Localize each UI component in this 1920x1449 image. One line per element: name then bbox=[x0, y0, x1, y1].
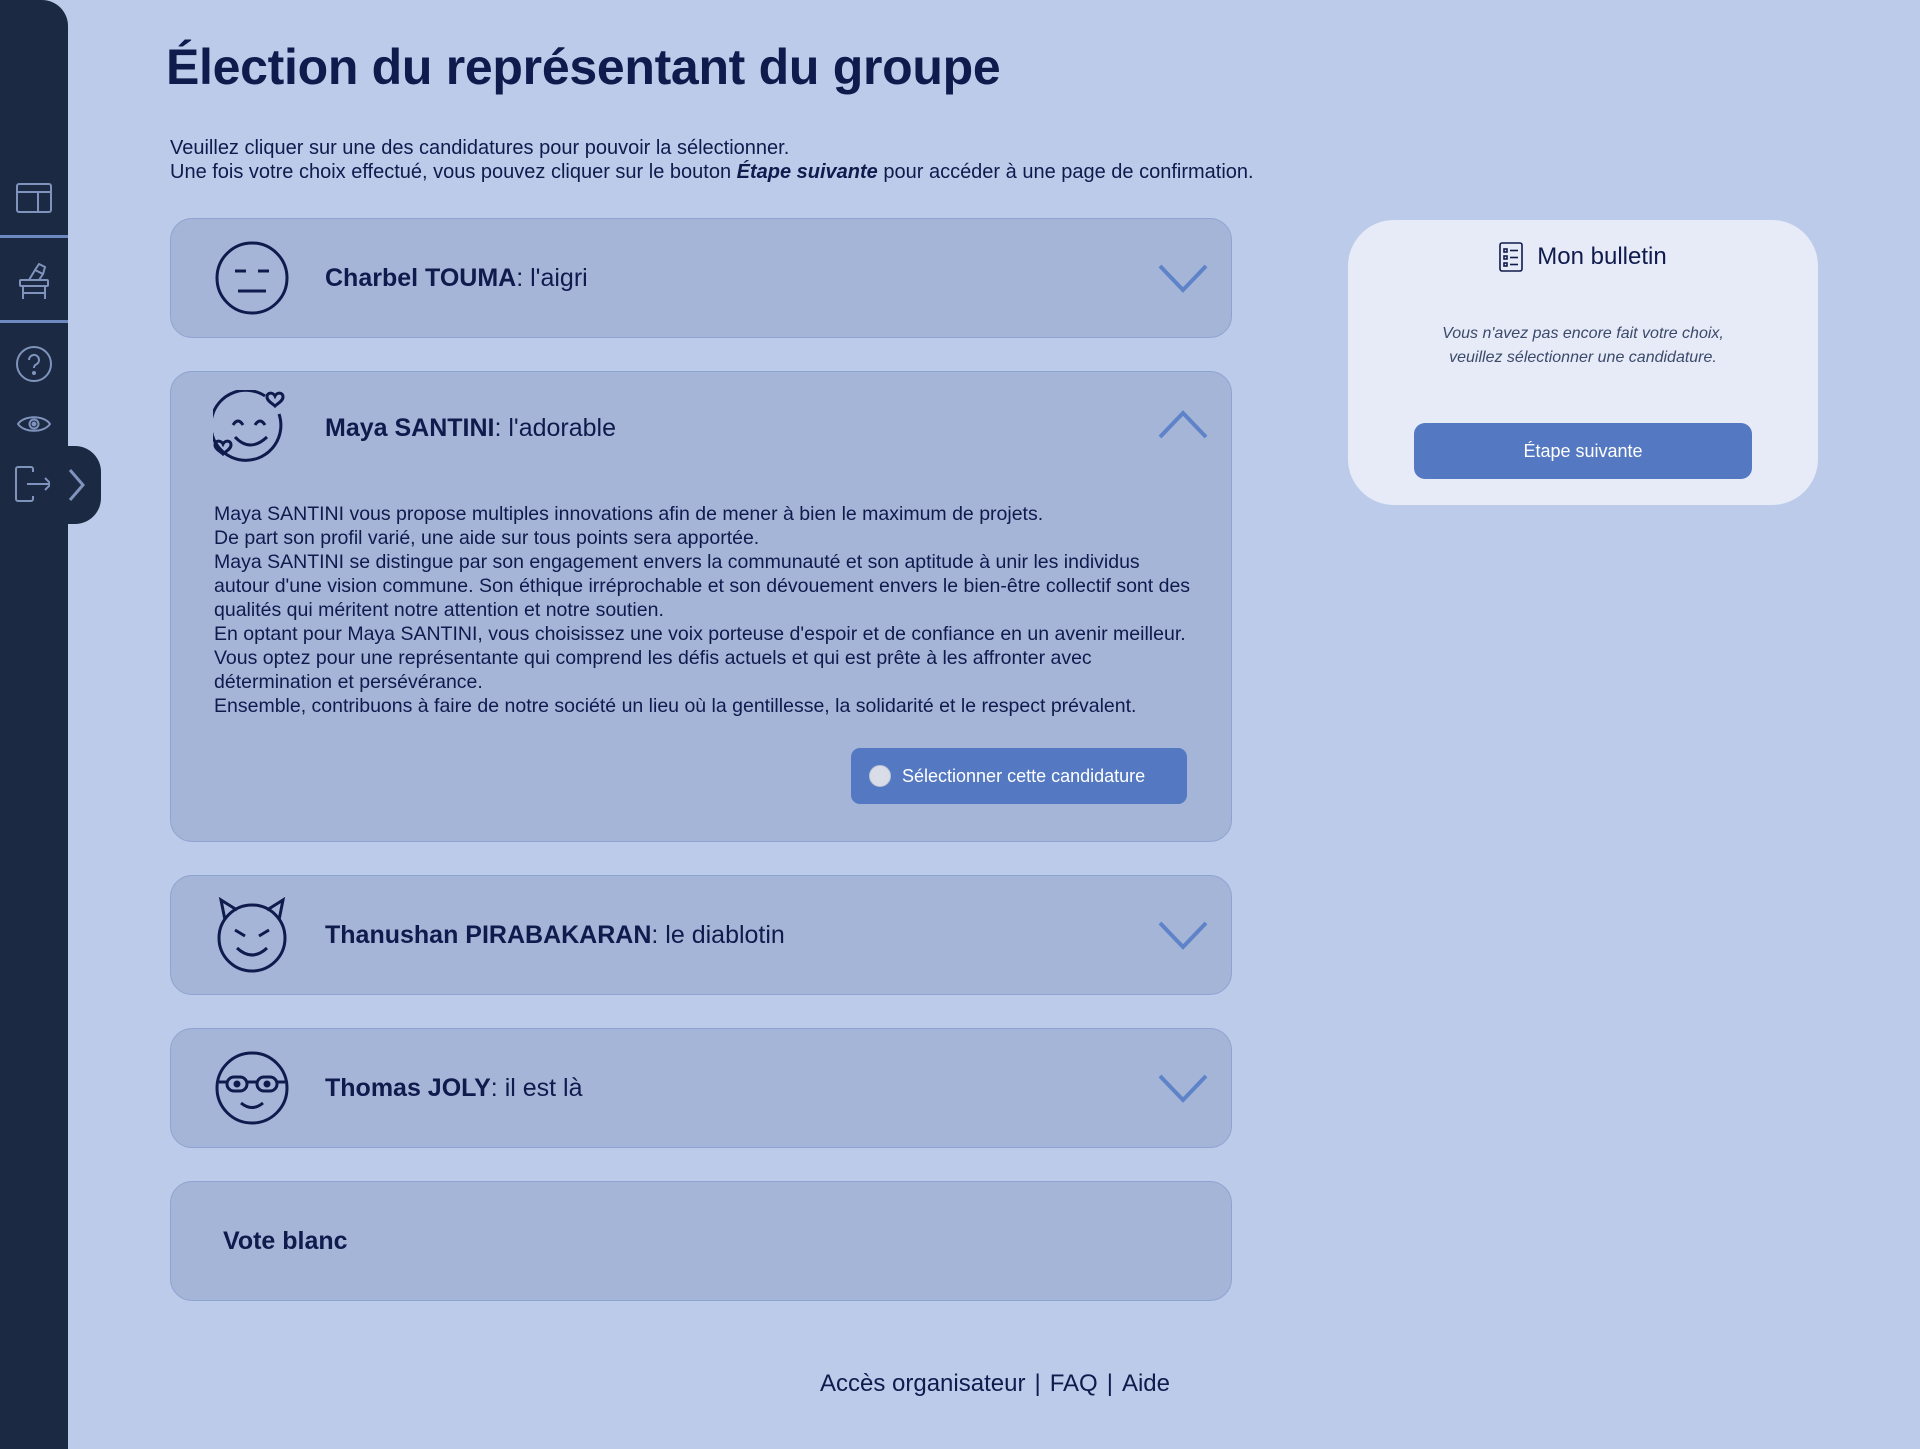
layout-icon[interactable] bbox=[0, 176, 68, 220]
next-step-reference: Étape suivante bbox=[736, 161, 878, 183]
candidate-name: Thomas JOLY : il est là bbox=[325, 1073, 583, 1102]
radio-icon bbox=[869, 765, 891, 787]
blank-vote-card[interactable]: Vote blanc bbox=[170, 1181, 1232, 1301]
candidate-name: Charbel TOUMA : l'aigri bbox=[325, 263, 588, 292]
blank-vote-label: Vote blanc bbox=[223, 1226, 348, 1255]
faq-link[interactable]: FAQ bbox=[1050, 1370, 1098, 1398]
ballot-title: Mon bulletin bbox=[1537, 243, 1667, 270]
candidate-name: Thanushan PIRABAKARAN : le diablotin bbox=[325, 920, 785, 949]
glasses-face-icon bbox=[215, 1051, 289, 1125]
chevron-down-icon[interactable] bbox=[1157, 261, 1209, 295]
help-icon[interactable] bbox=[0, 344, 68, 384]
ballot-box-icon[interactable] bbox=[0, 258, 68, 304]
ballot-panel: Mon bulletin Vous n'avez pas encore fait… bbox=[1348, 220, 1818, 505]
candidate-name: Maya SANTINI : l'adorable bbox=[325, 413, 617, 442]
heart-smile-face-icon bbox=[213, 390, 285, 462]
instructions-line-2: Une fois votre choix effectué, vous pouv… bbox=[170, 161, 1254, 183]
chevron-right-icon bbox=[68, 469, 85, 501]
footer: Accès organisateur | FAQ | Aide bbox=[820, 1370, 1170, 1398]
list-icon bbox=[1499, 242, 1524, 272]
page-title: Élection du représentant du groupe bbox=[166, 39, 1001, 95]
sidebar bbox=[0, 0, 68, 1449]
select-candidate-button[interactable]: Sélectionner cette candidature bbox=[851, 748, 1187, 804]
organizer-access-link[interactable]: Accès organisateur bbox=[820, 1370, 1025, 1398]
chevron-up-icon[interactable] bbox=[1157, 408, 1209, 442]
eye-icon[interactable] bbox=[0, 410, 68, 438]
candidate-card-charbel-touma[interactable]: Charbel TOUMA : l'aigri bbox=[170, 218, 1232, 338]
instructions: Veuillez cliquer sur une des candidature… bbox=[170, 136, 1254, 184]
next-step-button[interactable]: Étape suivante bbox=[1414, 423, 1752, 479]
footer-separator: | bbox=[1034, 1370, 1041, 1397]
help-link[interactable]: Aide bbox=[1122, 1370, 1170, 1398]
chevron-down-icon[interactable] bbox=[1157, 918, 1209, 952]
neutral-face-icon bbox=[215, 241, 289, 315]
candidate-card-thomas-joly[interactable]: Thomas JOLY : il est là bbox=[170, 1028, 1232, 1148]
instructions-line-1: Veuillez cliquer sur une des candidature… bbox=[170, 137, 790, 159]
devil-face-icon bbox=[217, 896, 287, 973]
ballot-message: Vous n'avez pas encore fait votre choix,… bbox=[1442, 325, 1724, 366]
candidate-card-maya-santini[interactable]: Maya SANTINI : l'adorable Maya SANTINI v… bbox=[170, 371, 1232, 842]
sidebar-divider bbox=[0, 235, 68, 238]
ballot-header: Mon bulletin bbox=[1348, 242, 1818, 272]
sidebar-divider bbox=[0, 320, 68, 323]
candidate-card-thanushan-pirabakaran[interactable]: Thanushan PIRABAKARAN : le diablotin bbox=[170, 875, 1232, 995]
candidate-description: Maya SANTINI vous propose multiples inno… bbox=[214, 503, 1191, 717]
chevron-down-icon[interactable] bbox=[1157, 1071, 1209, 1105]
footer-separator: | bbox=[1106, 1370, 1113, 1397]
sidebar-expand-button[interactable] bbox=[50, 446, 101, 524]
